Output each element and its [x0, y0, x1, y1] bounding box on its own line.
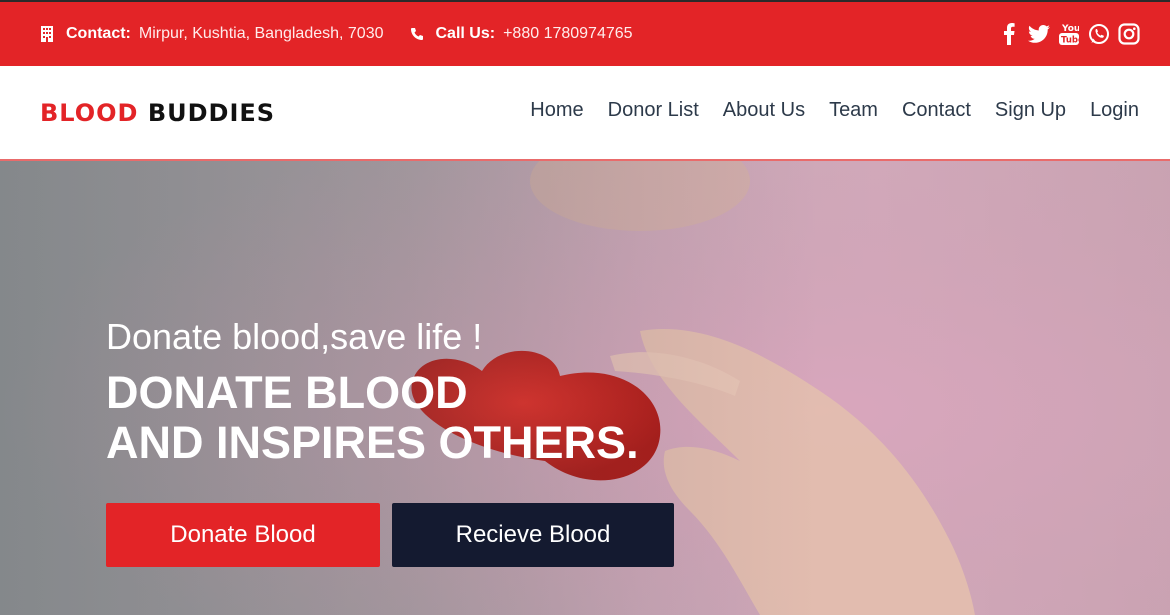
building-icon: [40, 25, 54, 43]
facebook-icon[interactable]: [998, 22, 1020, 46]
main-navbar: BLOOD BUDDIES Home Donor List About Us T…: [0, 66, 1170, 161]
nav-item-team[interactable]: Team: [829, 99, 878, 122]
svg-text:You: You: [1061, 24, 1079, 34]
brand-part-blood: BLOOD: [40, 99, 139, 127]
youtube-icon[interactable]: You Tube: [1058, 22, 1080, 46]
hero-tagline: Donate blood,save life !: [106, 316, 483, 357]
contact-info: Contact: Mirpur, Kushtia, Bangladesh, 70…: [40, 2, 659, 66]
twitter-icon[interactable]: [1028, 22, 1050, 46]
call-number: +880 1780974765: [503, 25, 633, 42]
nav-item-contact[interactable]: Contact: [902, 99, 971, 122]
whatsapp-icon[interactable]: [1088, 22, 1110, 46]
nav-item-about-us[interactable]: About Us: [723, 99, 805, 122]
donate-blood-button[interactable]: Donate Blood: [106, 503, 380, 567]
hero-headline-line2: AND INSPIRES OTHERS.: [106, 417, 639, 468]
instagram-icon[interactable]: [1118, 22, 1140, 46]
call-label: Call Us:: [435, 25, 496, 42]
brand-part-buddies: BUDDIES: [147, 99, 276, 127]
hero-headline: DONATE BLOOD AND INSPIRES OTHERS.: [106, 368, 639, 468]
contact-address: Mirpur, Kushtia, Bangladesh, 7030: [138, 25, 384, 42]
nav-item-login[interactable]: Login: [1090, 99, 1139, 122]
hero-section: Donate blood,save life ! DONATE BLOOD AN…: [0, 161, 1170, 615]
receive-blood-button[interactable]: Recieve Blood: [392, 503, 674, 567]
nav-item-donor-list[interactable]: Donor List: [608, 99, 699, 122]
nav-item-home[interactable]: Home: [530, 99, 583, 122]
nav-item-sign-up[interactable]: Sign Up: [995, 99, 1066, 122]
top-contact-bar: Contact: Mirpur, Kushtia, Bangladesh, 70…: [0, 0, 1170, 66]
hero-headline-line1: DONATE BLOOD: [106, 367, 468, 418]
nav-menu: Home Donor List About Us Team Contact Si…: [530, 99, 1139, 122]
social-links: You Tube: [998, 2, 1140, 66]
svg-text:Tube: Tube: [1061, 36, 1079, 46]
contact-label: Contact:: [66, 25, 131, 42]
brand-logo[interactable]: BLOOD BUDDIES: [40, 99, 275, 127]
phone-icon: [410, 25, 424, 43]
